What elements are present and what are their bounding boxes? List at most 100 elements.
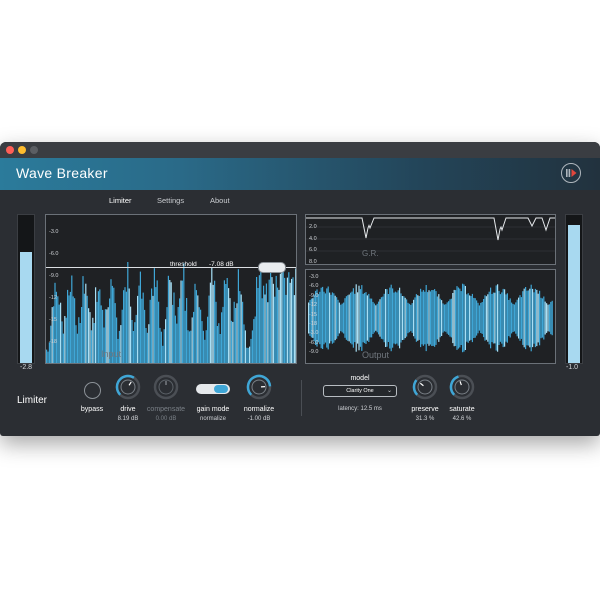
output-wave-sample bbox=[337, 299, 339, 337]
input-wave-sample bbox=[228, 288, 230, 363]
input-wave-sample bbox=[170, 282, 172, 363]
output-wave-sample bbox=[551, 300, 553, 336]
input-wave-sample bbox=[93, 323, 95, 363]
output-wave-sample bbox=[543, 296, 545, 340]
input-wave-sample bbox=[125, 291, 127, 363]
input-wave-sample bbox=[233, 301, 235, 363]
output-wave-sample bbox=[446, 302, 448, 334]
output-wave-sample bbox=[519, 295, 521, 341]
input-wave-sample bbox=[226, 278, 228, 363]
input-wave-sample bbox=[270, 265, 272, 363]
input-wave-sample bbox=[208, 295, 210, 363]
input-wave-sample bbox=[158, 301, 160, 363]
input-wave-sample bbox=[267, 302, 269, 363]
output-wave-sample bbox=[516, 299, 518, 337]
input-wave-sample bbox=[155, 287, 157, 363]
brand-logo-icon[interactable] bbox=[561, 163, 581, 183]
input-wave-sample bbox=[149, 299, 151, 363]
drive-knob[interactable] bbox=[114, 373, 142, 401]
input-wave-sample bbox=[72, 296, 74, 363]
axis-tick-label: -18 bbox=[49, 339, 57, 345]
input-wave-sample bbox=[200, 309, 202, 363]
saturate-knob[interactable] bbox=[448, 373, 476, 401]
output-wave-sample bbox=[410, 304, 412, 332]
input-wave-sample bbox=[230, 320, 232, 363]
input-wave-sample bbox=[261, 298, 263, 363]
input-wave-sample bbox=[282, 263, 284, 363]
threshold-handle[interactable] bbox=[258, 262, 286, 273]
input-wave-sample bbox=[194, 283, 196, 363]
gain-reduction-graph bbox=[306, 217, 555, 252]
input-wave-sample bbox=[146, 332, 148, 363]
axis-tick-label: -12 bbox=[49, 295, 57, 301]
input-wave-sample bbox=[209, 282, 211, 363]
input-wave-sample bbox=[191, 317, 193, 363]
input-wave-sample bbox=[169, 280, 171, 363]
axis-tick-label: -3.0 bbox=[49, 229, 59, 235]
input-wave-sample bbox=[47, 351, 49, 363]
input-wave-sample bbox=[127, 262, 129, 363]
tab-limiter[interactable]: Limiter bbox=[109, 196, 132, 205]
input-wave-sample bbox=[123, 290, 125, 363]
input-wave-sample bbox=[240, 294, 242, 363]
model-select[interactable]: Clarity One ⌄ bbox=[323, 385, 397, 397]
input-wave-sample bbox=[285, 294, 287, 363]
input-wave-sample bbox=[279, 273, 281, 363]
axis-tick-label: -12 bbox=[309, 302, 317, 309]
output-wave-sample bbox=[414, 297, 416, 339]
input-wave-sample bbox=[284, 277, 286, 363]
input-wave-sample bbox=[278, 289, 280, 363]
input-wave-sample bbox=[249, 346, 251, 363]
output-wave-sample bbox=[513, 304, 515, 332]
input-wave-sample bbox=[75, 325, 77, 363]
input-wave-sample bbox=[165, 319, 167, 363]
compensate-knob[interactable] bbox=[152, 373, 180, 401]
input-wave-sample bbox=[172, 304, 174, 363]
input-wave-sample bbox=[46, 349, 48, 363]
zoom-window-button[interactable] bbox=[30, 146, 38, 154]
output-wave-sample bbox=[490, 287, 492, 349]
input-wave-sample bbox=[132, 331, 134, 363]
input-wave-sample bbox=[76, 333, 78, 363]
output-wave-sample bbox=[547, 304, 549, 332]
input-wave-sample bbox=[78, 317, 80, 363]
output-wave-sample bbox=[491, 294, 493, 343]
input-wave-sample bbox=[69, 291, 71, 363]
input-waveform bbox=[46, 262, 296, 363]
output-wave-sample bbox=[484, 295, 486, 341]
bypass-button[interactable] bbox=[84, 382, 101, 399]
close-window-button[interactable] bbox=[6, 146, 14, 154]
input-wave-sample bbox=[250, 338, 252, 363]
output-wave-sample bbox=[525, 287, 527, 350]
input-wave-sample bbox=[81, 307, 83, 363]
output-wave-sample bbox=[530, 284, 532, 352]
tab-settings[interactable]: Settings bbox=[157, 196, 184, 205]
output-wave-sample bbox=[504, 289, 506, 347]
preserve-label: preserve bbox=[411, 406, 439, 413]
gain-mode-value: normalize bbox=[199, 416, 226, 422]
output-wave-sample bbox=[389, 287, 391, 349]
normalize-knob[interactable] bbox=[245, 373, 273, 401]
input-wave-sample bbox=[268, 279, 270, 363]
preserve-value: 31.3 % bbox=[415, 416, 435, 422]
tab-about[interactable]: About bbox=[210, 196, 230, 205]
gain-mode-toggle[interactable] bbox=[196, 384, 230, 394]
preserve-knob[interactable] bbox=[411, 373, 439, 401]
output-wave-sample bbox=[483, 299, 485, 338]
output-wave-sample bbox=[469, 295, 471, 341]
axis-tick-label: -18 bbox=[309, 321, 317, 327]
input-wave-sample bbox=[131, 320, 133, 363]
input-wave-sample bbox=[289, 282, 291, 363]
axis-tick-label: 6.0 bbox=[309, 247, 317, 253]
output-wave-sample bbox=[372, 301, 374, 334]
output-wave-sample bbox=[487, 294, 489, 342]
input-wave-sample bbox=[166, 307, 168, 363]
input-wave-sample bbox=[264, 294, 266, 363]
input-meter-fill bbox=[20, 252, 32, 363]
output-meter-value: -1.0 bbox=[566, 364, 579, 371]
minimize-window-button[interactable] bbox=[18, 146, 26, 154]
output-wave-sample bbox=[322, 286, 324, 349]
input-wave-sample bbox=[214, 280, 216, 363]
output-wave-sample bbox=[357, 292, 359, 344]
input-wave-sample bbox=[193, 311, 195, 363]
